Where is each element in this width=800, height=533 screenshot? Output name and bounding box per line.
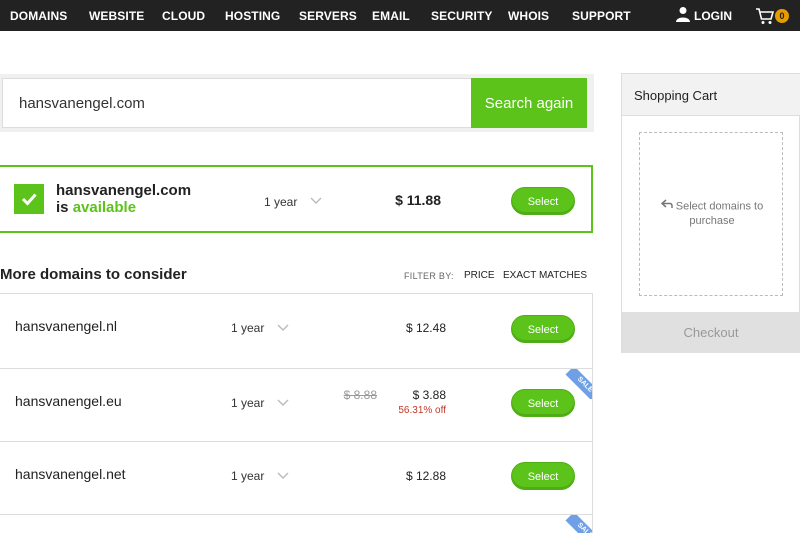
top-nav: DOMAINS WEBSITE CLOUD HOSTING SERVERS EM…	[0, 0, 800, 31]
search-bar: Search again	[0, 74, 594, 132]
term-select[interactable]: 1 year	[231, 396, 264, 410]
filter-price[interactable]: PRICE	[464, 270, 495, 281]
available-domain-card: hansvanengel.com is available 1 year $ 1…	[0, 165, 593, 233]
domain-list: hansvanengel.nl 1 year $ 12.48 Select ha…	[0, 293, 593, 533]
back-arrow-icon	[660, 199, 673, 214]
available-domain-name: hansvanengel.com	[56, 182, 192, 199]
domain-name: hansvanengel.net	[15, 466, 126, 482]
cart-header: Shopping Cart	[622, 74, 800, 116]
nav-domains[interactable]: DOMAINS	[10, 9, 67, 23]
filter-label: FILTER BY:	[404, 271, 454, 281]
domain-price: $ 12.48	[405, 321, 446, 335]
old-price: $ 8.88	[343, 388, 377, 402]
availability-word: available	[72, 199, 137, 216]
domain-row: hansvanengel.net 1 year $ 12.88 Select	[0, 442, 592, 515]
user-icon	[676, 6, 690, 27]
available-price: $ 11.88	[395, 192, 441, 208]
domain-search-input[interactable]	[2, 78, 472, 128]
nav-servers[interactable]: SERVERS	[299, 9, 357, 23]
login-label: LOGIN	[694, 9, 732, 23]
domain-row: hansvanengel.nl 1 year $ 12.48 Select	[0, 294, 592, 369]
login-link[interactable]: LOGIN	[676, 6, 732, 27]
cart-count-badge: 0	[775, 9, 789, 23]
shopping-cart-panel: Shopping Cart Select domains to purchase…	[621, 73, 800, 353]
chevron-down-icon[interactable]	[277, 472, 289, 480]
select-button[interactable]: Select	[511, 462, 575, 490]
availability-is: is	[56, 199, 69, 216]
discount-label: 56.31% off	[398, 405, 446, 416]
nav-website[interactable]: WEBSITE	[89, 9, 144, 23]
check-icon	[21, 193, 37, 206]
filter-exact-matches[interactable]: EXACT MATCHES	[503, 270, 587, 281]
domain-price: $ 3.88	[412, 388, 446, 402]
term-select[interactable]: 1 year	[231, 469, 264, 483]
domain-name: hansvanengel.nl	[15, 318, 117, 334]
chevron-down-icon[interactable]	[277, 324, 289, 332]
domain-row: hansvanengel.eu 1 year $ 8.88 $ 3.88 56.…	[0, 369, 592, 442]
sale-ribbon: SALE	[562, 369, 592, 399]
nav-email[interactable]: EMAIL	[372, 9, 410, 23]
cart-icon	[755, 7, 775, 30]
availability-status: is available	[56, 199, 136, 216]
sale-ribbon: SALE	[562, 515, 592, 533]
available-checkbox[interactable]	[14, 184, 44, 214]
checkout-button[interactable]: Checkout	[622, 312, 800, 353]
term-select[interactable]: 1 year	[231, 321, 264, 335]
search-again-button[interactable]: Search again	[471, 78, 587, 128]
nav-security[interactable]: SECURITY	[431, 9, 492, 23]
sale-ribbon-label: SALE	[565, 515, 592, 533]
cart-title: Shopping Cart	[634, 88, 718, 103]
cart-drop-area: Select domains to purchase	[639, 132, 783, 296]
nav-support[interactable]: SUPPORT	[572, 9, 631, 23]
select-button[interactable]: Select	[511, 315, 575, 343]
nav-hosting[interactable]: HOSTING	[225, 9, 280, 23]
cart-link[interactable]: 0	[755, 6, 795, 26]
cart-hint: Select domains to purchase	[640, 199, 784, 229]
more-domains-title: More domains to consider	[0, 266, 187, 283]
select-button[interactable]: Select	[511, 187, 575, 215]
chevron-down-icon[interactable]	[310, 197, 322, 205]
domain-name: hansvanengel.eu	[15, 393, 122, 409]
nav-cloud[interactable]: CLOUD	[162, 9, 205, 23]
domain-row: SALE	[0, 515, 592, 533]
sale-ribbon-label: SALE	[565, 369, 592, 399]
chevron-down-icon[interactable]	[277, 399, 289, 407]
domain-price: $ 12.88	[405, 469, 446, 483]
nav-whois[interactable]: WHOIS	[508, 9, 549, 23]
term-select[interactable]: 1 year	[264, 195, 297, 209]
cart-hint-text: Select domains to purchase	[675, 200, 764, 228]
